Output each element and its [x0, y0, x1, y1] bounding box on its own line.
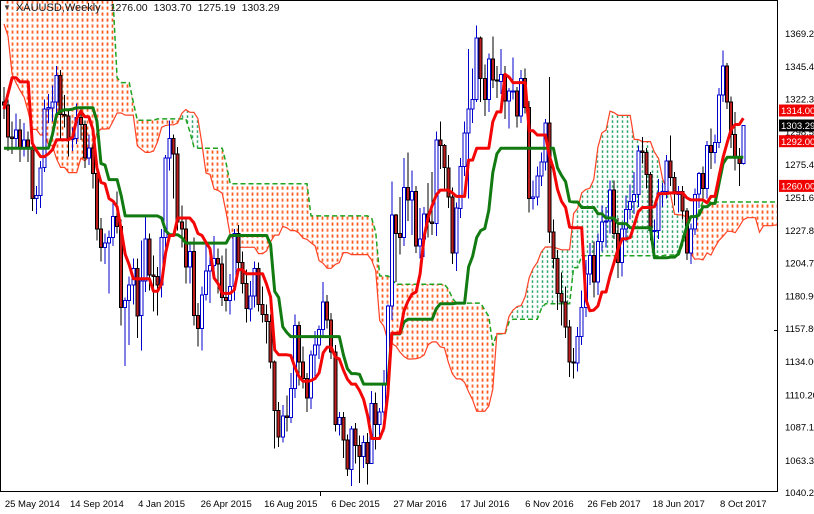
- y-axis-label: 1087.10: [785, 423, 814, 434]
- current-price-badge: 1303.29: [779, 119, 814, 132]
- candle-bull: [519, 70, 524, 124]
- y-axis-label: 1157.80: [785, 324, 814, 335]
- ohlc-low-value: 1275.19: [197, 2, 236, 14]
- candle-bear: [414, 185, 419, 253]
- svg-text:1260.00: 1260.00: [781, 182, 814, 193]
- svg-text:1314.00: 1314.00: [781, 106, 814, 117]
- x-axis-label: 27 Mar 2016: [393, 499, 446, 510]
- y-axis-label: 1345.40: [785, 62, 814, 73]
- chart-window: 1369.201345.401322.301298.501275.401251.…: [0, 0, 814, 514]
- x-axis-label: 26 Feb 2017: [587, 499, 640, 510]
- candle-bear: [256, 262, 261, 312]
- y-axis-label: 1204.70: [785, 259, 814, 270]
- price-level-badge: 1260.00: [779, 179, 814, 193]
- x-axis-label: 18 Jun 2017: [653, 499, 705, 510]
- symbol-dropdown-icon[interactable]: ▼: [3, 4, 11, 12]
- price-level-badge: 1314.00: [779, 104, 814, 117]
- x-axis-label: 8 Oct 2017: [720, 499, 766, 510]
- y-axis-label: 1322.30: [785, 94, 814, 105]
- price-level-badge: 1292.00: [779, 135, 814, 148]
- x-axis-label: 25 May 2014: [5, 499, 60, 510]
- chart-title: ▼ XAUUSD,Weekly 1276.00 1303.70 1275.19 …: [3, 2, 286, 14]
- x-axis-label: 6 Dec 2015: [331, 499, 380, 510]
- x-axis-label: 26 Apr 2015: [201, 499, 252, 510]
- x-axis-label: 16 Aug 2015: [264, 499, 317, 510]
- price-chart-canvas[interactable]: 1369.201345.401322.301298.501275.401251.…: [0, 0, 814, 514]
- x-axis-label: 4 Jan 2015: [138, 499, 185, 510]
- x-axis-label: 17 Jul 2016: [460, 499, 509, 510]
- y-axis-label: 1227.80: [785, 226, 814, 237]
- svg-text:1292.00: 1292.00: [781, 137, 814, 148]
- symbol-timeframe-label: XAUUSD,Weekly: [15, 2, 101, 14]
- y-axis-label: 1251.60: [785, 193, 814, 204]
- y-axis-label: 1063.30: [785, 456, 814, 467]
- ohlc-high-value: 1303.70: [153, 2, 192, 14]
- y-axis-label: 1369.20: [785, 29, 814, 40]
- candle-bull: [42, 99, 47, 172]
- svg-text:1303.29: 1303.29: [781, 121, 814, 132]
- candle-bear: [725, 63, 730, 110]
- y-axis-label: 1134.00: [785, 357, 814, 368]
- candle-bull: [692, 188, 697, 235]
- ohlc-open-value: 1276.00: [109, 2, 148, 14]
- candle-bear: [450, 187, 455, 265]
- x-axis-label: 14 Sep 2014: [70, 499, 124, 510]
- y-axis-label: 1180.90: [785, 292, 814, 303]
- y-axis-label: 1110.20: [785, 390, 814, 401]
- candle-bull: [434, 131, 439, 237]
- y-axis-label: 1040.20: [785, 488, 814, 499]
- candle-bull: [717, 88, 722, 149]
- x-axis-label: 6 Nov 2016: [525, 499, 574, 510]
- candle-bull: [292, 314, 297, 399]
- y-axis-label: 1275.40: [785, 160, 814, 171]
- ohlc-close-value: 1303.29: [241, 2, 280, 14]
